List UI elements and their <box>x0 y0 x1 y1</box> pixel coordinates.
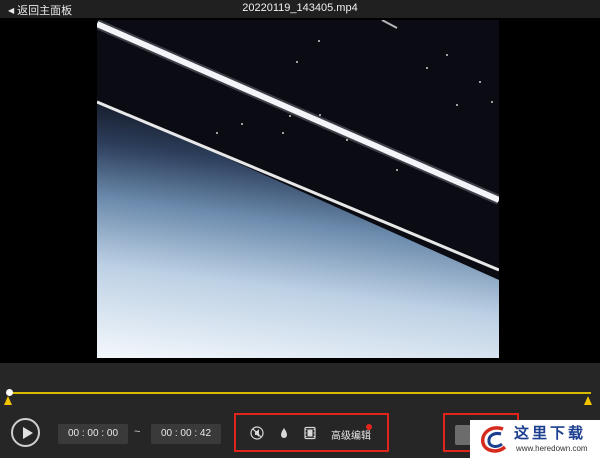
notification-dot <box>366 424 372 430</box>
start-time-input[interactable]: 00 : 00 : 00 <box>58 424 128 444</box>
watermark-url: www.heredown.com <box>516 444 588 453</box>
watermark-logo-icon <box>481 426 507 453</box>
play-button[interactable] <box>11 418 40 447</box>
video-stage <box>0 18 600 363</box>
drop-icon[interactable] <box>277 426 291 440</box>
film-icon[interactable] <box>303 426 317 440</box>
video-preview[interactable] <box>97 20 499 358</box>
video-title: 20220119_143405.mp4 <box>242 2 358 14</box>
end-time-input[interactable]: 00 : 00 : 42 <box>151 424 221 444</box>
trim-start-handle[interactable] <box>4 396 12 405</box>
mute-icon[interactable] <box>250 426 264 440</box>
edit-tools-group: 高级编辑 <box>234 413 389 452</box>
trim-end-handle[interactable] <box>584 396 592 405</box>
advanced-edit-button[interactable]: 高级编辑 <box>331 427 371 442</box>
trim-timeline[interactable] <box>8 392 591 394</box>
time-range-separator: ~ <box>134 426 141 438</box>
watermark-name: 这里下载 <box>514 425 587 442</box>
playhead-handle[interactable] <box>6 389 13 396</box>
top-bar: ◀ 返回主面板 20220119_143405.mp4 <box>0 0 600 18</box>
watermark: 这里下载 www.heredown.com <box>470 420 600 458</box>
